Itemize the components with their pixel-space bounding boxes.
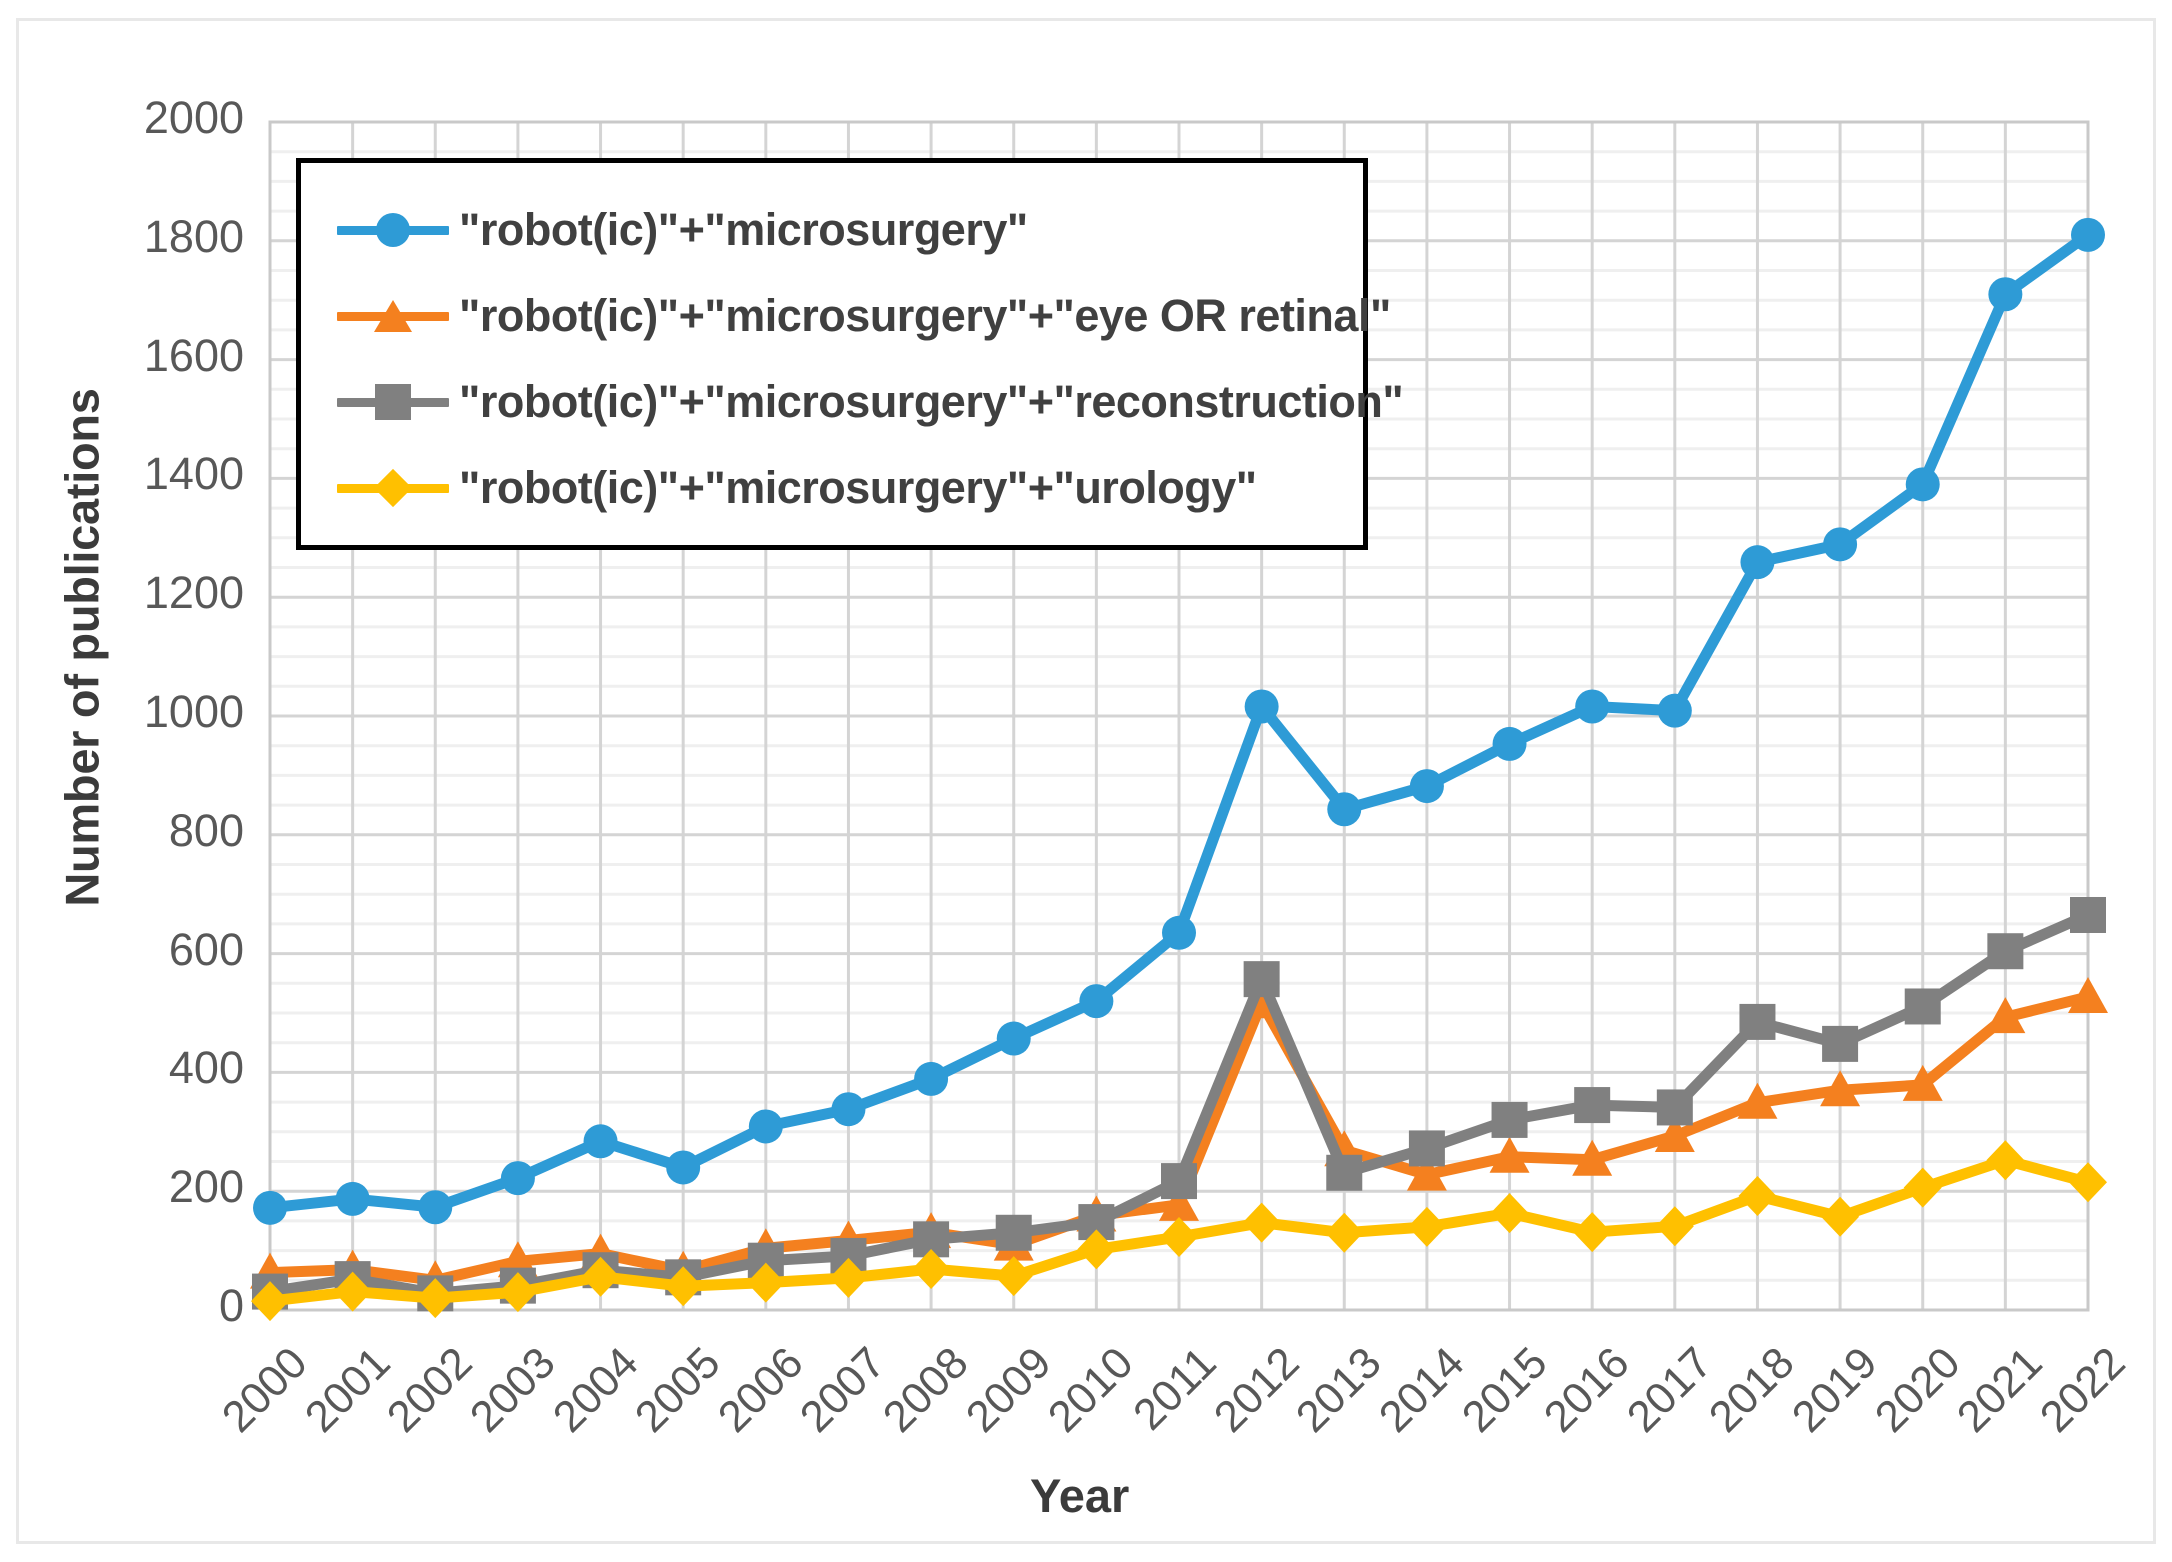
x-axis-title: Year: [1030, 1469, 1130, 1522]
chart-figure: 0 200 400 600 800 1000 1200 1400 1600 1800 2000 20…: [0, 0, 2172, 1562]
chart-legend: "robot(ic)"+"microsurgery" "robot(ic)"+"m…: [296, 158, 1404, 550]
legend-label-2: "robot(ic)"+"microsurgery"+"reconstructi…: [459, 376, 1404, 427]
legend-item-3[interactable]: "robot(ic)"+"microsurgery"+"urology": [301, 445, 1363, 531]
y-axis-title: Number of publications: [55, 388, 109, 907]
legend-item-0[interactable]: "robot(ic)"+"microsurgery": [301, 187, 1363, 273]
legend-label-3: "robot(ic)"+"microsurgery"+"urology": [459, 462, 1257, 513]
legend-item-2[interactable]: "robot(ic)"+"microsurgery"+"reconstructi…: [301, 359, 1404, 445]
legend-swatch-circle-icon: [337, 210, 449, 250]
legend-item-1[interactable]: "robot(ic)"+"microsurgery"+"eye OR retin…: [301, 273, 1391, 359]
legend-swatch-square-icon: [337, 382, 449, 422]
legend-swatch-triangle-icon: [337, 296, 449, 336]
legend-swatch-diamond-icon: [337, 468, 449, 508]
legend-label-0: "robot(ic)"+"microsurgery": [459, 204, 1028, 255]
legend-label-1: "robot(ic)"+"microsurgery"+"eye OR retin…: [459, 290, 1391, 341]
